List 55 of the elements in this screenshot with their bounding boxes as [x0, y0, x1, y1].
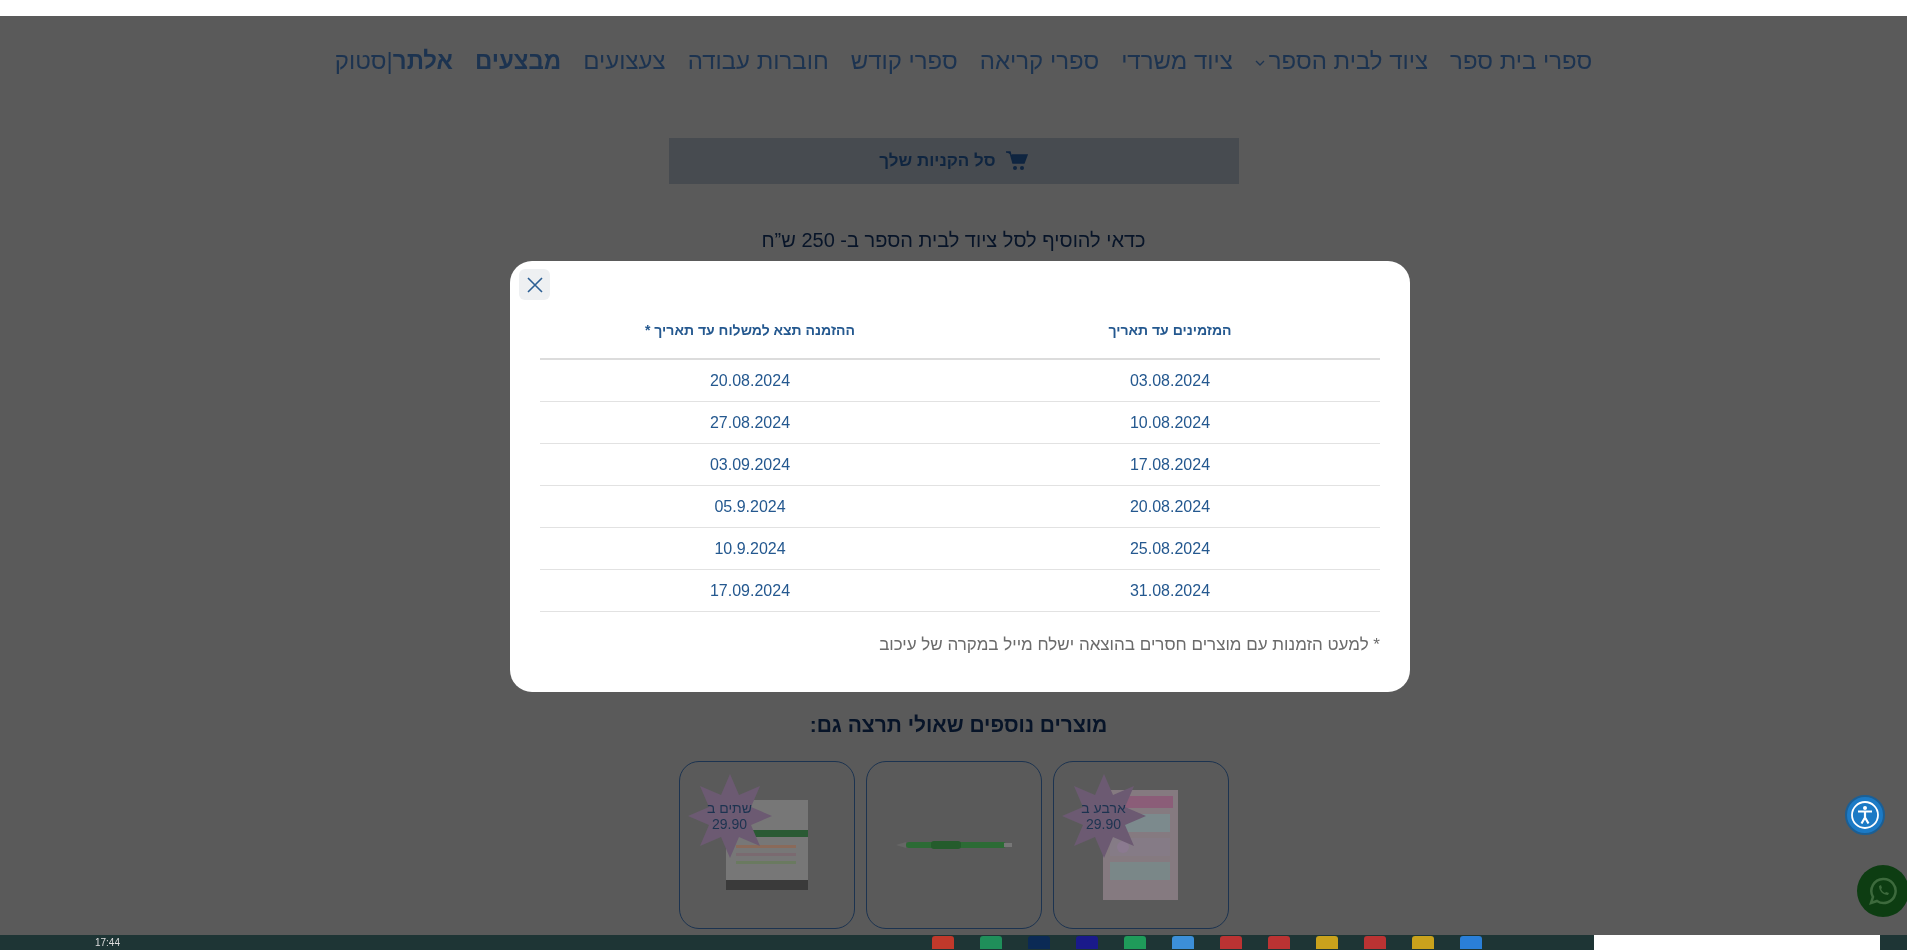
- app-icon[interactable]: [932, 936, 954, 949]
- footnote: * למעט הזמנות עם מוצרים חסרים בהוצאה ישלח מייל במקרה של עיכוב: [878, 635, 1380, 655]
- app-icon[interactable]: [1364, 936, 1386, 949]
- nav-link[interactable]: ספרי בית ספר: [1450, 47, 1593, 75]
- cart-label: סל הקניות שלך: [879, 151, 996, 171]
- app-icon[interactable]: [1076, 936, 1098, 949]
- app-icon[interactable]: [1268, 936, 1290, 949]
- table-cell-text: 27.08.2024: [708, 413, 792, 433]
- section-title: מוצרים נוספים שאולי תרצה גם:: [809, 713, 1108, 737]
- nav-link[interactable]: אלתר|סטוק: [334, 47, 453, 75]
- nav-link[interactable]: ציוד לבית הספר: [1254, 47, 1429, 75]
- app-icon[interactable]: [1460, 936, 1482, 949]
- badge-price: 29.90: [1086, 816, 1122, 832]
- app-icon[interactable]: [1412, 936, 1434, 949]
- table-cell-text: 17.09.2024: [708, 581, 792, 601]
- table-cell-text: 20.08.2024: [708, 371, 792, 391]
- table-cell-text: 17.08.2024: [1128, 455, 1212, 475]
- table-cell-text: 31.08.2024: [1128, 581, 1212, 601]
- nav-link[interactable]: ספרי קריאה: [979, 47, 1100, 75]
- badge-label: ארבע ב: [1081, 800, 1126, 816]
- badge-price: 29.90: [712, 816, 748, 832]
- app-icon[interactable]: [980, 936, 1002, 949]
- clock-time: 17:44: [94, 936, 120, 949]
- nav-link[interactable]: מבצעים: [475, 47, 562, 75]
- cart-icon: [1005, 151, 1028, 171]
- app-icon[interactable]: [1220, 936, 1242, 949]
- badge-label: שתים ב: [707, 800, 752, 816]
- table-cell-text: 05.9.2024: [713, 497, 787, 517]
- table-cell-text: 25.08.2024: [1128, 539, 1212, 559]
- close-icon: [525, 275, 544, 294]
- table-cell-text: 10.08.2024: [1128, 413, 1212, 433]
- caret-icon: [1254, 60, 1265, 66]
- app-icon[interactable]: [1316, 936, 1338, 949]
- nav-link[interactable]: ספרי קודש: [850, 47, 958, 75]
- product-card[interactable]: [865, 761, 1042, 929]
- cart-bar[interactable]: סל הקניות שלך: [668, 138, 1239, 184]
- search-field[interactable]: [1594, 935, 1880, 950]
- accessibility-button[interactable]: [1845, 795, 1885, 835]
- table-cell-text: 10.9.2024: [713, 539, 787, 559]
- nav-link[interactable]: ציוד משרדי: [1121, 47, 1233, 75]
- app-icon[interactable]: [1124, 936, 1146, 949]
- app-icon[interactable]: [1028, 936, 1050, 949]
- close-button[interactable]: [519, 269, 550, 300]
- chat-button[interactable]: [1857, 865, 1907, 917]
- table-cell-text: 20.08.2024: [1128, 497, 1212, 517]
- promo-text: כדאי להוסיף לסל ציוד לבית הספר ב- 250 ש”ח: [761, 229, 1146, 252]
- nav-link[interactable]: צעצועים: [583, 47, 666, 75]
- column-header: המזמינים עד תאריך: [1107, 322, 1233, 340]
- app-icon[interactable]: [1172, 936, 1194, 949]
- table-cell-text: 03.09.2024: [708, 455, 792, 475]
- column-header: ההזמנה תצא למשלוח עד תאריך *: [644, 322, 856, 340]
- table-cell-text: 03.08.2024: [1128, 371, 1212, 391]
- nav-link[interactable]: חוברות עבודה: [687, 47, 829, 75]
- accessibility-icon: [1850, 800, 1880, 830]
- phone-bubble-icon: [1868, 876, 1898, 906]
